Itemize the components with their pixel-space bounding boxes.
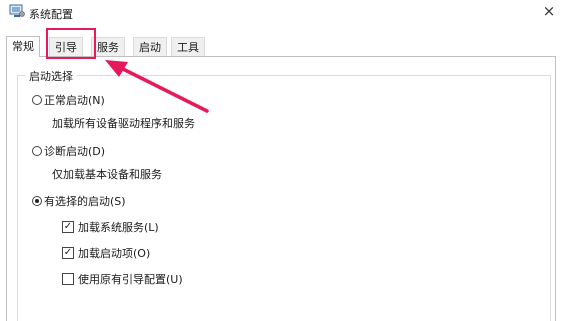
annotation-arrow-icon <box>105 60 209 113</box>
